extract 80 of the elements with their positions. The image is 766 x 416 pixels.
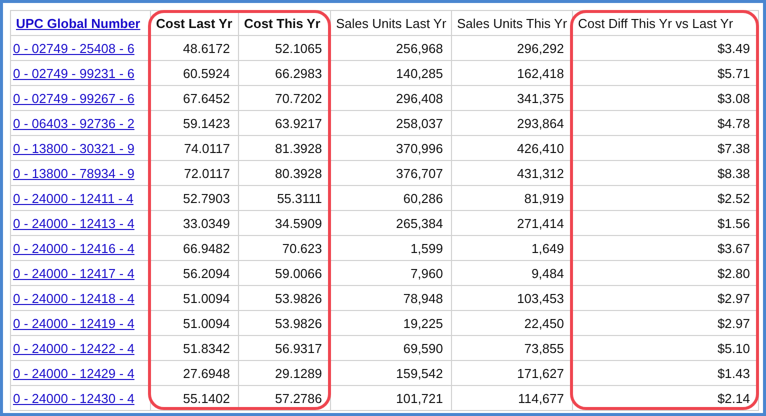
- table-cell: 60,286: [403, 190, 443, 206]
- column-header: Sales Units Last Yr: [336, 16, 446, 30]
- table-cell: 72.0117: [184, 166, 230, 180]
- table-cell: $7.38: [717, 140, 750, 156]
- table-cell: 431,312: [517, 166, 564, 180]
- table-cell: 159,542: [396, 366, 443, 380]
- table-cell: 73,855: [524, 340, 564, 356]
- table-cell: 27.6948: [183, 366, 230, 380]
- table-cell: 53.9826: [275, 290, 322, 306]
- table-cell: 140,285: [396, 66, 443, 80]
- table-cell: $2.97: [717, 316, 750, 330]
- table-cell: $3.49: [717, 40, 750, 56]
- table-cell: 258,037: [396, 116, 443, 130]
- table-cell: 7,960: [410, 266, 443, 280]
- table-cell: 171,627: [517, 366, 564, 380]
- table-cell: 51.0094: [183, 290, 230, 306]
- table-cell: 52.1065: [275, 40, 322, 56]
- column-header: Cost This Yr: [244, 16, 320, 30]
- table-cell: 74.0117: [184, 140, 230, 156]
- table-cell: 57.2786: [275, 390, 322, 406]
- table-cell: 1,599: [410, 240, 443, 256]
- table-cell: 271,414: [517, 216, 564, 230]
- table-cell: 48.6172: [183, 40, 230, 56]
- column-header: Cost Last Yr: [156, 16, 232, 30]
- table-cell: 81.3928: [275, 140, 322, 156]
- table-cell: 81,919: [524, 190, 564, 206]
- table-cell: 70.7202: [275, 90, 322, 106]
- table-cell: 265,384: [396, 216, 443, 230]
- table-cell: 33.0349: [183, 216, 230, 230]
- table-cell: $8.38: [717, 166, 750, 180]
- table-cell: 296,408: [396, 90, 443, 106]
- table-cell: 59.0066: [275, 266, 322, 280]
- table-cell: $4.78: [717, 116, 750, 130]
- table-cell: 103,453: [517, 290, 564, 306]
- table-cell: 376,707: [396, 166, 443, 180]
- table-cell: 55.1402: [183, 390, 230, 406]
- table-cell: 69,590: [403, 340, 443, 356]
- table-cell: 162,418: [517, 66, 564, 80]
- table-cell: 53.9826: [275, 316, 322, 330]
- table-cell: 296,292: [517, 40, 564, 56]
- table-cell: $1.56: [717, 216, 750, 230]
- table-cell: 78,948: [403, 290, 443, 306]
- table-cell: 59.1423: [183, 116, 230, 130]
- table-cell: 9,484: [531, 266, 564, 280]
- table-cell: 426,410: [517, 140, 564, 156]
- table-cell: 370,996: [396, 140, 443, 156]
- table-cell: 63.9217: [275, 116, 322, 130]
- table-cell: 55.3111: [276, 190, 322, 206]
- table-cell: $2.14: [717, 390, 750, 406]
- column-header: Cost Diff This Yr vs Last Yr: [578, 16, 734, 30]
- table-cell: 341,375: [517, 90, 564, 106]
- column-header: Sales Units This Yr: [457, 16, 568, 30]
- table-cell: $5.71: [717, 66, 750, 80]
- table-cell: 60.5924: [183, 66, 230, 80]
- table-cell: 66.2983: [275, 66, 322, 80]
- table-cell: 51.8342: [183, 340, 230, 356]
- table-cell: 1,649: [531, 240, 564, 256]
- table-cell: $5.10: [717, 340, 750, 356]
- table-cell: $1.43: [717, 366, 750, 380]
- table-cell: 101,721: [396, 390, 443, 406]
- table-cell: 114,677: [518, 390, 564, 406]
- table-cell: 80.3928: [275, 166, 322, 180]
- table-cell: $3.08: [717, 90, 750, 106]
- table-cell: $2.52: [717, 190, 750, 206]
- table-cell: 56.2094: [183, 266, 230, 280]
- table-cell: 56.9317: [275, 340, 322, 356]
- table-cell: 256,968: [396, 40, 443, 56]
- table-cell: $2.80: [717, 266, 750, 280]
- table-cell: 22,450: [524, 316, 564, 330]
- table-cell: 70.623: [282, 240, 322, 256]
- table-cell: 293,864: [517, 116, 564, 130]
- table-cell: 66.9482: [183, 240, 230, 256]
- table-cell: 34.5909: [275, 216, 322, 230]
- table-cell: 52.7903: [183, 190, 230, 206]
- table-cell: 67.6452: [183, 90, 230, 106]
- table-cell: 29.1289: [275, 366, 322, 380]
- table-cell: 19,225: [403, 316, 443, 330]
- table-cell: 51.0094: [183, 316, 230, 330]
- table-cell: $2.97: [717, 290, 750, 306]
- table-cell: $3.67: [717, 240, 750, 256]
